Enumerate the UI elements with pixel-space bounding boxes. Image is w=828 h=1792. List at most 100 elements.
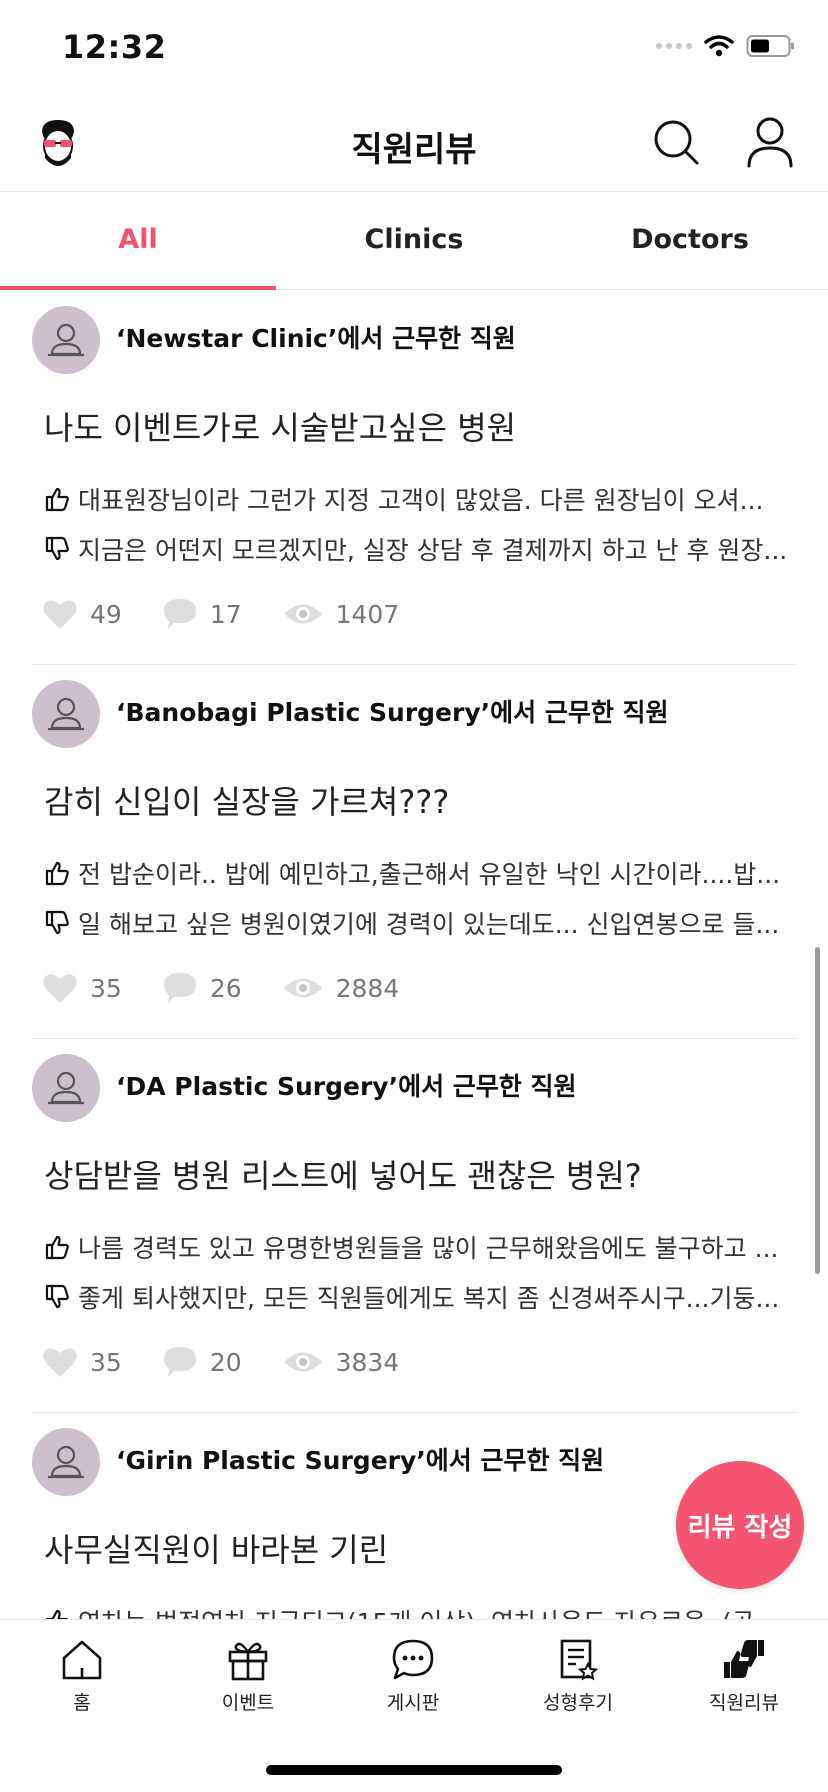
review-cons: 일 해보고 싶은 병원이였기에 경력이 있는데도... 신입연봉으로 들... [44, 905, 796, 941]
person-placeholder-icon [48, 1071, 84, 1105]
app-header: 직원리뷰 [0, 100, 828, 192]
thumbs-up-down-icon [724, 1640, 764, 1678]
eye-icon [283, 604, 322, 624]
filter-tabs: All Clinics Doctors [0, 193, 828, 290]
review-pros-text: 나름 경력도 있고 유명한병원들을 많이 근무해왔음에도 불구하고 ... [78, 1234, 779, 1263]
heart-icon [43, 1348, 77, 1377]
view-count: 2884 [335, 973, 400, 1003]
wifi-icon [704, 35, 734, 57]
review-author: ‘Girin Plastic Surgery’에서 근무한 직원 [116, 1446, 605, 1475]
tab-clinics[interactable]: Clinics [276, 193, 552, 289]
view-stat: 1407 [282, 599, 400, 629]
comment-count: 17 [209, 599, 242, 629]
like-count: 35 [90, 973, 122, 1003]
view-count: 3834 [335, 1347, 400, 1377]
nav-label: 게시판 [386, 1692, 440, 1714]
person-placeholder-icon [48, 1445, 84, 1479]
thumbs-down-icon [45, 536, 69, 561]
search-icon[interactable] [652, 118, 700, 166]
review-cons-text: 좋게 퇴사했지만, 모든 직원들에게도 복지 좀 신경써주시구...기둥... [78, 1284, 780, 1313]
thumbs-up-icon [45, 861, 69, 886]
like-stat[interactable]: 35 [42, 972, 122, 1004]
review-pros: 전 밥순이라.. 밥에 예민하고,출근해서 유일한 낙인 시간이라....밥..… [44, 855, 796, 891]
nav-label: 성형후기 [543, 1692, 613, 1714]
review-stats: 35 20 3834 [42, 1345, 439, 1379]
eye-icon [283, 978, 322, 998]
home-indicator [266, 1765, 562, 1775]
eye-icon [283, 1352, 322, 1372]
review-author: ‘Newstar Clinic’에서 근무한 직원 [116, 324, 516, 353]
review-card[interactable]: ‘Banobagi Plastic Surgery’에서 근무한 직원 감히 신… [0, 665, 828, 1039]
user-profile-icon[interactable] [746, 116, 794, 168]
person-placeholder-icon [48, 323, 84, 357]
review-pros: 연차는 법정연차 지급되고(15개 이상), 연차사용도 자유로움. (공... [44, 1603, 796, 1619]
nav-item-board[interactable]: 게시판 [353, 1638, 473, 1715]
like-stat[interactable]: 49 [42, 598, 122, 630]
tab-all[interactable]: All [0, 193, 276, 290]
heart-icon [43, 974, 77, 1003]
thumbs-up-icon [45, 1609, 69, 1619]
review-cons-text: 지금은 어떤지 모르겠지만, 실장 상담 후 결제까지 하고 난 후 원장... [78, 536, 788, 565]
review-title[interactable]: 상담받을 병원 리스트에 넣어도 괜찮은 병원? [44, 1151, 642, 1197]
author-avatar [32, 306, 100, 374]
thumbs-down-icon [45, 910, 69, 935]
review-title[interactable]: 감히 신입이 실장을 가르쳐??? [44, 777, 449, 823]
chat-bubble-icon [392, 1639, 434, 1680]
nav-item-home[interactable]: 홈 [22, 1638, 142, 1715]
author-avatar [32, 1054, 100, 1122]
review-feed[interactable]: ‘Newstar Clinic’에서 근무한 직원 나도 이벤트가로 시술받고싶… [0, 291, 828, 1619]
review-pros-text: 전 밥순이라.. 밥에 예민하고,출근해서 유일한 낙인 시간이라....밥..… [78, 860, 781, 889]
comment-stat[interactable]: 20 [162, 1345, 242, 1379]
status-bar: 12:32 [0, 0, 828, 100]
scrollbar[interactable] [815, 947, 820, 1274]
review-pros: 대표원장님이라 그런가 지정 고객이 많았음. 다른 원장님이 오셔... [44, 481, 796, 517]
gift-icon [228, 1642, 268, 1681]
author-avatar [32, 1428, 100, 1496]
nav-label: 이벤트 [221, 1692, 275, 1714]
review-title[interactable]: 나도 이벤트가로 시술받고싶은 병원 [44, 403, 516, 449]
view-stat: 3834 [282, 1347, 400, 1377]
review-stats: 35 26 2884 [42, 971, 439, 1005]
thumbs-up-icon [45, 487, 69, 512]
status-time: 12:32 [62, 28, 167, 66]
battery-icon [746, 35, 794, 57]
nav-item-surgery-reviews[interactable]: 성형후기 [518, 1638, 638, 1715]
review-document-icon [560, 1639, 599, 1681]
like-count: 35 [90, 1347, 122, 1377]
review-title[interactable]: 사무실직원이 바라본 기린 [44, 1525, 388, 1571]
cellular-signal-icon [656, 43, 692, 49]
comment-icon [163, 599, 196, 629]
review-stats: 49 17 1407 [42, 597, 439, 631]
review-pros-text: 연차는 법정연차 지급되고(15개 이상), 연차사용도 자유로움. (공... [78, 1603, 779, 1619]
comment-count: 26 [209, 973, 242, 1003]
status-icons [656, 34, 796, 58]
write-review-button[interactable]: 리뷰 작성 [676, 1461, 804, 1589]
review-author: ‘Banobagi Plastic Surgery’에서 근무한 직원 [116, 698, 669, 727]
thumbs-down-icon [45, 1284, 69, 1309]
review-author: ‘DA Plastic Surgery’에서 근무한 직원 [116, 1072, 577, 1101]
nav-item-staff-reviews[interactable]: 직원리뷰 [684, 1638, 804, 1715]
review-card[interactable]: ‘DA Plastic Surgery’에서 근무한 직원 상담받을 병원 리스… [0, 1039, 828, 1413]
comment-icon [163, 1347, 196, 1377]
person-placeholder-icon [48, 697, 84, 731]
nav-item-events[interactable]: 이벤트 [188, 1638, 308, 1715]
like-stat[interactable]: 35 [42, 1346, 122, 1378]
review-cons: 지금은 어떤지 모르겠지만, 실장 상담 후 결제까지 하고 난 후 원장... [44, 531, 796, 567]
review-cons: 좋게 퇴사했지만, 모든 직원들에게도 복지 좀 신경써주시구...기둥... [44, 1279, 796, 1315]
view-count: 1407 [335, 599, 400, 629]
tab-doctors[interactable]: Doctors [552, 193, 828, 289]
review-pros: 나름 경력도 있고 유명한병원들을 많이 근무해왔음에도 불구하고 ... [44, 1229, 796, 1265]
view-stat: 2884 [282, 973, 400, 1003]
review-card[interactable]: ‘Newstar Clinic’에서 근무한 직원 나도 이벤트가로 시술받고싶… [0, 291, 828, 665]
comment-icon [163, 973, 196, 1003]
comment-stat[interactable]: 17 [162, 597, 242, 631]
comment-stat[interactable]: 26 [162, 971, 242, 1005]
nav-label: 직원리뷰 [709, 1692, 779, 1714]
thumbs-up-icon [45, 1235, 69, 1260]
review-pros-text: 대표원장님이라 그런가 지정 고객이 많았음. 다른 원장님이 오셔... [78, 486, 764, 515]
comment-count: 20 [209, 1347, 242, 1377]
author-avatar [32, 680, 100, 748]
heart-icon [43, 600, 77, 629]
home-icon [62, 1640, 102, 1680]
like-count: 49 [90, 599, 122, 629]
